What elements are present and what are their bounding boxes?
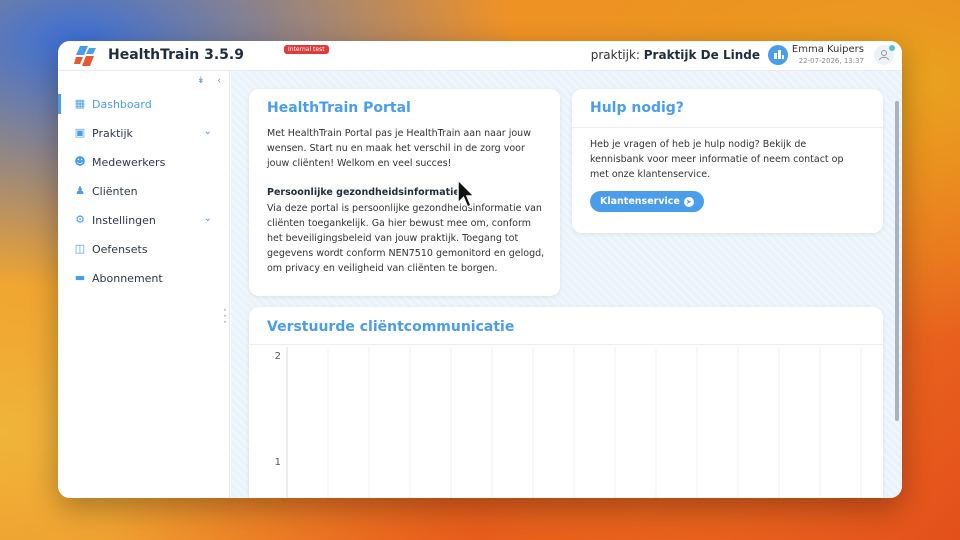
current-datetime: 22-07-2026, 13:37: [798, 57, 864, 65]
divider: [572, 127, 883, 128]
users-icon: ☻: [74, 155, 86, 168]
sidebar-item-oefensets[interactable]: ◫ Oefensets: [58, 236, 230, 262]
button-label: Klantenservice: [600, 196, 680, 207]
practice-label: praktijk:: [590, 48, 640, 62]
people-icon: ♟: [75, 184, 85, 197]
sidebar-item-medewerkers[interactable]: ☻ Medewerkers: [58, 149, 230, 175]
sidebar-item-instellingen[interactable]: ⚙ Instellingen ⌄: [58, 207, 230, 233]
klantenservice-button[interactable]: Klantenservice ➤: [590, 191, 704, 212]
user-avatar[interactable]: [874, 45, 895, 65]
y-tick-label: 1: [275, 457, 281, 468]
help-card-title: Hulp nodig?: [590, 100, 684, 116]
help-card-text: Heb je vragen of heb je hulp nodig? Beki…: [590, 139, 844, 180]
portal-card-subtext: Via deze portal is persoonlijke gezondhe…: [267, 203, 545, 274]
sidebar-item-abonnement[interactable]: ▬ Abonnement: [58, 265, 230, 291]
sidebar-item-label: Cliënten: [92, 184, 138, 198]
divider: [249, 344, 883, 345]
card-icon: ▬: [74, 271, 86, 284]
app-title: HealthTrain 3.5.9: [108, 47, 244, 63]
folder-icon: ◫: [74, 242, 86, 255]
user-icon: [879, 50, 889, 61]
sidebar-item-label: Oefensets: [92, 242, 148, 256]
scrollbar[interactable]: [895, 101, 899, 421]
building-icon: [774, 50, 784, 59]
chart-card-title: Verstuurde cliëntcommunicatie: [267, 319, 515, 335]
sidebar-resize-handle[interactable]: · · ·: [223, 304, 227, 328]
sidebar-item-dashboard[interactable]: ▦ Dashboard: [58, 91, 230, 117]
portal-card-subtitle: Persoonlijke gezondheidsinformatie: [267, 187, 460, 198]
main-content: HealthTrain Portal Met HealthTrain Porta…: [231, 71, 902, 498]
sidebar-item-label: Praktijk: [92, 126, 133, 140]
environment-badge: Internal test: [284, 45, 329, 54]
chevron-down-icon: ⌄: [203, 126, 212, 137]
practice-selector[interactable]: praktijk: Praktijk De Linde: [591, 48, 760, 62]
dashboard-icon: ▦: [74, 97, 86, 110]
healthtrain-logo-icon[interactable]: [74, 46, 96, 66]
y-tick-label: 2: [275, 351, 281, 362]
store-icon: ▣: [74, 126, 86, 139]
gear-icon: ⚙: [75, 213, 85, 226]
help-card: Hulp nodig? Heb je vragen of heb je hulp…: [572, 89, 883, 233]
sidebar-item-praktijk[interactable]: ▣ Praktijk ⌄: [58, 120, 230, 146]
chart-card: Verstuurde cliëntcommunicatie 21: [249, 307, 883, 498]
sidebar-item-label: Instellingen: [92, 213, 156, 227]
practice-switch-button[interactable]: [768, 45, 788, 65]
chevron-down-icon: ⌄: [203, 213, 212, 224]
chart: 21: [275, 347, 862, 498]
portal-card: HealthTrain Portal Met HealthTrain Porta…: [249, 89, 560, 296]
sidebar-item-label: Abonnement: [92, 271, 163, 285]
top-bar: HealthTrain 3.5.9 Internal test praktijk…: [58, 41, 902, 71]
sidebar: ↡ ‹ ▦ Dashboard ▣ Praktijk ⌄ ☻ Medewerke…: [58, 71, 230, 498]
sidebar-item-clienten[interactable]: ♟ Cliënten: [58, 178, 230, 204]
status-dot: [889, 45, 895, 51]
portal-card-title: HealthTrain Portal: [267, 100, 411, 116]
mouse-cursor-icon: [457, 179, 476, 208]
app-window: HealthTrain 3.5.9 Internal test praktijk…: [58, 41, 902, 498]
portal-card-intro: Met HealthTrain Portal pas je HealthTrai…: [267, 128, 531, 169]
sidebar-item-label: Medewerkers: [92, 155, 166, 169]
chevron-left-icon[interactable]: ‹: [217, 76, 221, 86]
sidebar-item-label: Dashboard: [92, 97, 152, 111]
collapse-all-icon[interactable]: ↡: [197, 76, 205, 86]
arrow-right-icon: ➤: [683, 196, 694, 207]
user-name: Emma Kuipers: [791, 44, 864, 55]
practice-name: Praktijk De Linde: [643, 48, 760, 62]
